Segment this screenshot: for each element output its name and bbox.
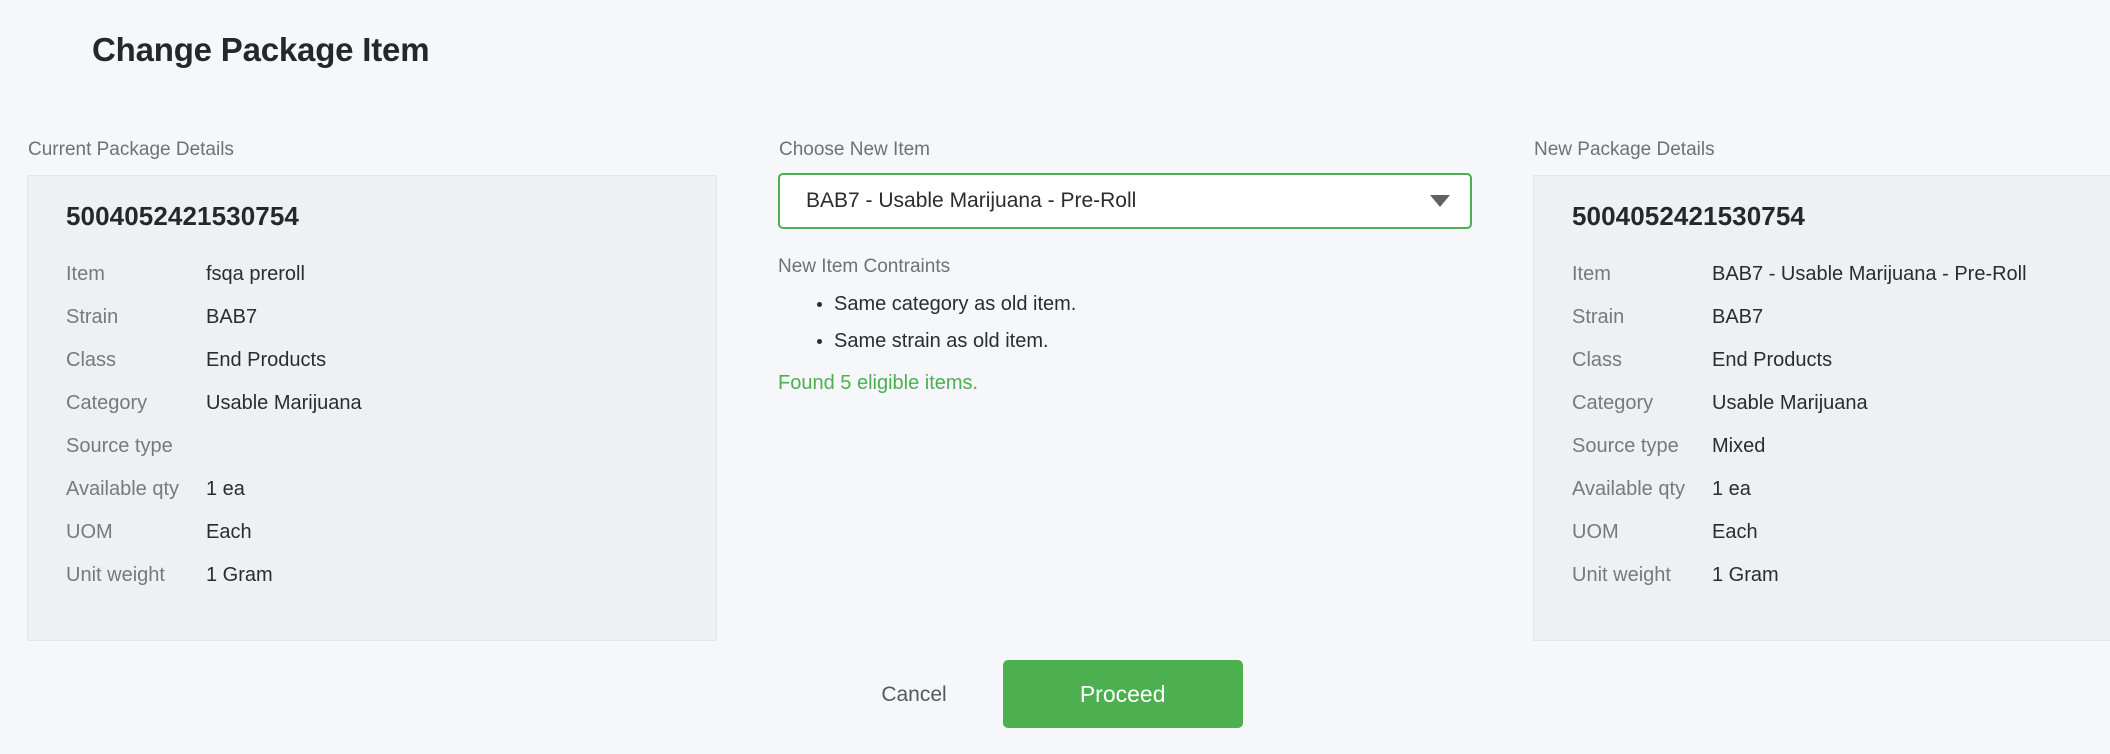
detail-value: BAB7 — [1712, 305, 1764, 328]
new-package-detail-table: Item BAB7 - Usable Marijuana - Pre-Roll … — [1534, 253, 2110, 597]
detail-value: End Products — [206, 348, 327, 371]
page-title: Change Package Item — [92, 31, 430, 68]
list-item: Same strain as old item. — [834, 331, 1472, 351]
new-item-select[interactable]: BAB7 - Usable Marijuana - Pre-Roll — [778, 173, 1472, 229]
detail-label: Source type — [66, 434, 173, 457]
cancel-button[interactable]: Cancel — [867, 674, 960, 715]
detail-label: Class — [66, 348, 117, 371]
constraints-list: Same category as old item. Same strain a… — [778, 294, 1472, 351]
table-row: Strain BAB7 — [1534, 296, 2110, 339]
choose-new-item-section: Choose New Item BAB7 - Usable Marijuana … — [778, 140, 1472, 393]
eligible-items-status: Found 5 eligible items. — [778, 372, 979, 394]
table-row: Available qty 1 ea — [28, 468, 716, 511]
table-row: Item BAB7 - Usable Marijuana - Pre-Roll — [1534, 253, 2110, 296]
detail-label: Item — [66, 262, 105, 285]
table-row: UOM Each — [1534, 511, 2110, 554]
table-row: Available qty 1 ea — [1534, 468, 2110, 511]
current-package-card: 5004052421530754 Item fsqa preroll Strai… — [27, 175, 717, 641]
detail-value: BAB7 - Usable Marijuana - Pre-Roll — [1712, 262, 2027, 285]
detail-label: Unit weight — [1572, 563, 1671, 586]
detail-label: Source type — [1572, 434, 1679, 457]
detail-label: Unit weight — [66, 563, 165, 586]
detail-value: 1 Gram — [1712, 563, 1779, 586]
detail-value — [206, 425, 716, 468]
detail-value: fsqa preroll — [206, 262, 305, 285]
current-package-code: 5004052421530754 — [66, 201, 299, 231]
new-item-select-value: BAB7 - Usable Marijuana - Pre-Roll — [806, 189, 1137, 212]
detail-label: Category — [1572, 391, 1654, 414]
current-package-detail-table: Item fsqa preroll Strain BAB7 Class End … — [28, 253, 716, 597]
choose-new-item-heading: Choose New Item — [779, 139, 931, 160]
proceed-button[interactable]: Proceed — [1002, 660, 1243, 728]
detail-value: Each — [206, 520, 252, 543]
current-package-section: Current Package Details 5004052421530754… — [27, 140, 717, 641]
detail-label: Class — [1572, 348, 1623, 371]
new-package-heading: New Package Details — [1534, 139, 1715, 160]
constraints-heading: New Item Contraints — [778, 256, 951, 277]
table-row: Unit weight 1 Gram — [28, 554, 716, 597]
detail-value: Mixed — [1712, 434, 1766, 457]
table-row: Class End Products — [28, 339, 716, 382]
table-row: Source type Mixed — [1534, 425, 2110, 468]
detail-value: 1 ea — [1712, 477, 1751, 500]
table-row: Item fsqa preroll — [28, 253, 716, 296]
table-row: Strain BAB7 — [28, 296, 716, 339]
detail-label: Available qty — [66, 477, 180, 500]
detail-value: Each — [1712, 520, 1758, 543]
dialog-footer: Cancel Proceed — [0, 660, 2110, 728]
detail-label: Strain — [66, 305, 119, 328]
detail-label: Category — [66, 391, 148, 414]
detail-label: Item — [1572, 262, 1611, 285]
table-row: UOM Each — [28, 511, 716, 554]
detail-label: Strain — [1572, 305, 1625, 328]
new-package-section: New Package Details 5004052421530754 Ite… — [1533, 140, 2110, 641]
new-item-select-wrapper[interactable]: BAB7 - Usable Marijuana - Pre-Roll — [778, 173, 1472, 229]
change-package-item-dialog: Change Package Item Current Package Deta… — [0, 0, 2110, 754]
detail-value: Usable Marijuana — [206, 391, 362, 414]
detail-label: UOM — [1572, 520, 1619, 543]
table-row: Source type — [28, 425, 716, 468]
detail-value: BAB7 — [206, 305, 258, 328]
detail-value: End Products — [1712, 348, 1833, 371]
table-row: Unit weight 1 Gram — [1534, 554, 2110, 597]
table-row: Category Usable Marijuana — [1534, 382, 2110, 425]
table-row: Category Usable Marijuana — [28, 382, 716, 425]
table-row: Class End Products — [1534, 339, 2110, 382]
detail-label: UOM — [66, 520, 113, 543]
detail-value: Usable Marijuana — [1712, 391, 1868, 414]
detail-label: Available qty — [1572, 477, 1686, 500]
new-package-code: 5004052421530754 — [1572, 201, 1805, 231]
detail-value: 1 Gram — [206, 563, 273, 586]
detail-value: 1 ea — [206, 477, 245, 500]
new-package-card: 5004052421530754 Item BAB7 - Usable Mari… — [1533, 175, 2110, 641]
current-package-heading: Current Package Details — [28, 139, 234, 160]
list-item: Same category as old item. — [834, 294, 1472, 314]
